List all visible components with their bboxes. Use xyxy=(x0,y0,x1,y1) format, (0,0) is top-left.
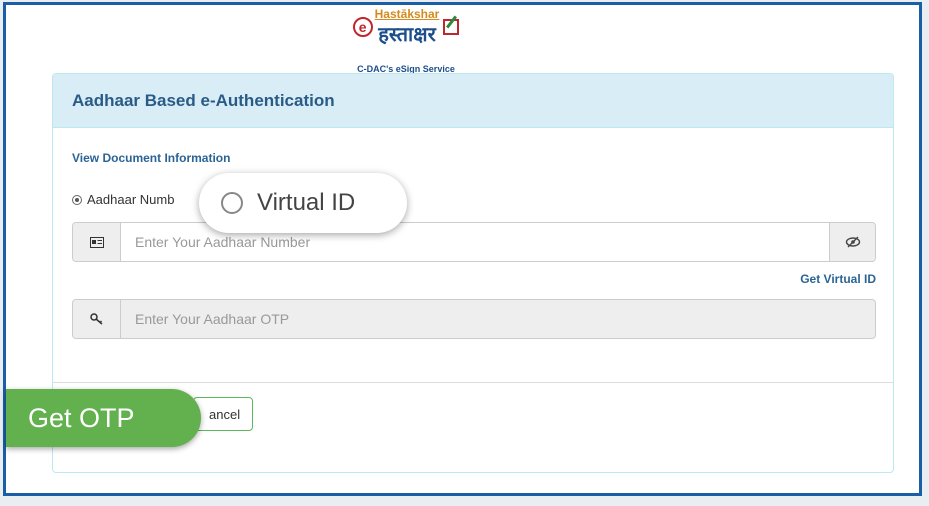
logo-hindi-text: हस्ताक्षर xyxy=(378,22,436,46)
get-virtual-id-link[interactable]: Get Virtual ID xyxy=(800,272,876,286)
aadhaar-number-group xyxy=(72,222,876,262)
footer-divider xyxy=(53,382,893,383)
aadhaar-radio-label: Aadhaar Numb xyxy=(87,192,175,207)
id-card-icon xyxy=(73,223,121,261)
aadhaar-radio-option[interactable]: Aadhaar Numb xyxy=(72,192,174,207)
virtual-id-radio-label: Virtual ID xyxy=(257,189,356,216)
otp-input[interactable] xyxy=(121,300,875,338)
esign-window: e Hastākshar हस्ताक्षर C-DAC's eSign Ser… xyxy=(3,2,922,496)
panel-title: Aadhaar Based e-Authentication xyxy=(53,74,893,128)
cancel-button[interactable]: ancel xyxy=(193,397,253,431)
eye-slash-icon[interactable] xyxy=(829,223,875,261)
key-icon xyxy=(73,300,121,338)
get-otp-button[interactable]: Get OTP xyxy=(6,389,201,447)
virtual-id-radio-option[interactable]: Virtual ID xyxy=(199,173,407,233)
otp-group xyxy=(72,299,876,339)
esign-e-icon: e xyxy=(352,17,373,37)
pen-check-icon xyxy=(443,19,460,35)
view-document-link[interactable]: View Document Information xyxy=(72,151,230,165)
logo-english-text: Hastākshar xyxy=(374,7,440,21)
virtual-id-radio[interactable] xyxy=(221,192,243,214)
aadhaar-radio[interactable] xyxy=(72,194,82,205)
hastakshar-logo: e Hastākshar हस्ताक्षर C-DAC's eSign Ser… xyxy=(336,7,476,75)
